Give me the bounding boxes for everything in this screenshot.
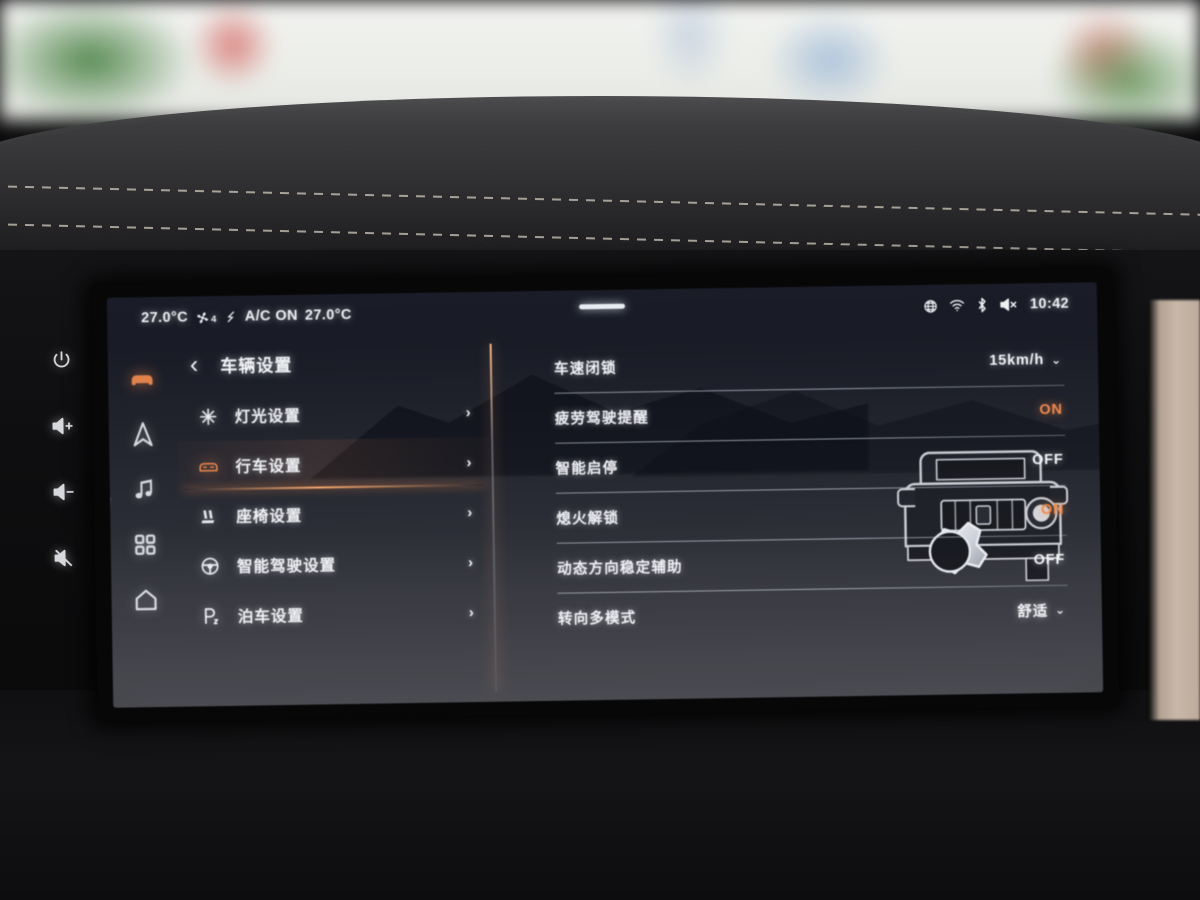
display-screen: 27.0°C 4 A/C ON 27.0°C 10:42 ‹ 车辆设置 灯光设置… [106, 282, 1104, 708]
menu-item-driving[interactable]: 行车设置 › [177, 436, 490, 492]
row-value-text: 舒适 [1017, 603, 1049, 621]
table-row[interactable]: 智能启停 OFF [511, 435, 1072, 494]
menu-item-lighting[interactable]: 灯光设置 › [176, 387, 489, 442]
chevron-right-icon: › [465, 403, 471, 421]
row-label: 车速闭锁 [553, 360, 617, 378]
volume-up-button[interactable] [47, 411, 77, 441]
row-label: 疲劳驾驶提醒 [554, 409, 650, 428]
fan-speed-indicator[interactable]: 4 [195, 310, 217, 325]
steering-wheel-icon [197, 556, 223, 576]
row-value[interactable]: ON [1041, 502, 1065, 518]
navigation-icon [133, 422, 153, 447]
row-value[interactable]: 15km/h ⌄ [989, 352, 1062, 369]
nav-navigation[interactable] [129, 420, 157, 448]
menu-item-parking[interactable]: 泊车设置 › [179, 587, 492, 642]
passenger-temperature: 27.0°C [304, 306, 352, 324]
door-trim-panel [1148, 300, 1200, 720]
settings-rows-list: 车速闭锁 15km/h ⌄ 疲劳驾驶提醒 ON 智能启停 OFF 熄火解锁 ON… [510, 335, 1075, 694]
car-icon [131, 375, 153, 386]
nav-home[interactable] [131, 585, 159, 613]
clock: 10:42 [1029, 295, 1070, 313]
row-value-text: 15km/h [989, 352, 1045, 369]
table-row[interactable]: 转向多模式 舒适 ⌄ [514, 585, 1075, 644]
seat-icon [196, 507, 222, 526]
row-label: 熄火解锁 [556, 510, 620, 528]
nav-apps[interactable] [130, 530, 158, 558]
sun-light-icon [195, 407, 221, 426]
row-value-text: ON [1040, 501, 1065, 519]
system-status-icons: 10:42 [923, 296, 1069, 314]
table-row[interactable]: 熄火解锁 ON [512, 485, 1073, 544]
music-icon [135, 479, 153, 499]
table-row[interactable]: 车速闭锁 15km/h ⌄ [510, 335, 1071, 394]
row-label: 转向多模式 [557, 610, 637, 628]
row-value-text: OFF [1033, 551, 1066, 569]
pull-down-handle[interactable] [579, 303, 626, 310]
nav-music[interactable] [130, 475, 158, 503]
row-value[interactable]: OFF [1032, 452, 1064, 468]
bluetooth-icon[interactable] [976, 297, 988, 313]
menu-item-label: 智能驾驶设置 [236, 557, 337, 576]
fan-speed-value: 4 [211, 313, 217, 325]
menu-item-smart-driving[interactable]: 智能驾驶设置 › [179, 537, 492, 592]
menu-item-label: 泊车设置 [237, 607, 305, 626]
row-label: 动态方向稳定辅助 [557, 559, 683, 578]
volume-down-button[interactable] [48, 477, 78, 507]
chevron-down-icon: ⌄ [1050, 352, 1063, 367]
parking-p-icon [198, 606, 224, 626]
menu-header: ‹ 车辆设置 [175, 334, 488, 378]
wifi-icon[interactable] [949, 298, 965, 312]
menu-item-label: 灯光设置 [234, 407, 301, 426]
infotainment-photo: 27.0°C 4 A/C ON 27.0°C 10:42 ‹ 车辆设置 灯光设置… [0, 0, 1200, 900]
infotainment-display: 27.0°C 4 A/C ON 27.0°C 10:42 ‹ 车辆设置 灯光设置… [90, 268, 1120, 722]
chevron-right-icon: › [466, 453, 472, 471]
apps-grid-icon [134, 533, 155, 555]
mute-speaker-icon[interactable] [999, 296, 1019, 312]
menu-item-label: 座椅设置 [236, 507, 303, 526]
menu-list: 灯光设置 › 行车设置 › 座椅设置 › 智能驾驶设置 › 泊车设置 › [176, 387, 492, 642]
physical-button-rail [35, 345, 92, 686]
mute-button[interactable] [49, 543, 79, 573]
car-front-icon [195, 458, 221, 475]
fan-icon [197, 311, 208, 323]
navigation-rail [108, 339, 182, 708]
page-title: 车辆设置 [220, 355, 293, 377]
driver-temperature: 27.0°C [141, 309, 189, 327]
back-button[interactable]: ‹ [190, 350, 199, 378]
settings-menu-panel: ‹ 车辆设置 灯光设置 › 行车设置 › 座椅设置 › 智能驾驶设置 › 泊车设… [175, 334, 493, 707]
hvac-status[interactable]: 27.0°C 4 A/C ON 27.0°C [141, 307, 352, 326]
chevron-down-icon: ⌄ [1054, 602, 1066, 617]
row-value[interactable]: OFF [1034, 552, 1066, 568]
chevron-right-icon: › [467, 553, 474, 571]
home-icon [135, 589, 157, 610]
menu-item-label: 行车设置 [235, 457, 302, 476]
row-value[interactable]: 舒适 ⌄ [1017, 599, 1066, 621]
table-row[interactable]: 疲劳驾驶提醒 ON [510, 385, 1071, 444]
chevron-right-icon: › [468, 603, 474, 621]
row-label: 智能启停 [555, 460, 619, 478]
row-value-text: OFF [1031, 451, 1064, 469]
airflow-icon[interactable] [224, 310, 238, 324]
table-row[interactable]: 动态方向稳定辅助 OFF [513, 535, 1074, 594]
ac-status-label: A/C ON [244, 307, 299, 325]
globe-icon[interactable] [923, 298, 938, 313]
power-button[interactable] [46, 345, 76, 375]
center-console [0, 690, 1200, 900]
row-value[interactable]: ON [1039, 402, 1063, 418]
chevron-right-icon: › [467, 503, 473, 521]
row-value-text: ON [1039, 401, 1063, 419]
menu-item-seat[interactable]: 座椅设置 › [178, 487, 491, 542]
nav-car[interactable] [128, 365, 156, 393]
